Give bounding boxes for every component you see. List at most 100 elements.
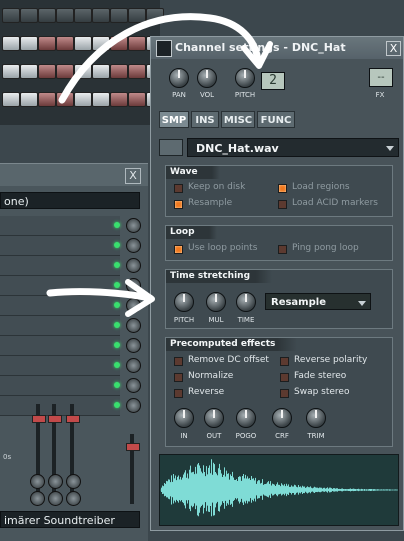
mixer-insert-row[interactable]: [0, 316, 120, 336]
fx-channel-display[interactable]: 2: [261, 72, 285, 90]
step-button[interactable]: [56, 92, 74, 107]
volume-knob[interactable]: [197, 68, 217, 88]
insert-mix-knob[interactable]: [126, 338, 141, 353]
crf-knob[interactable]: [272, 408, 292, 428]
trim-knob[interactable]: [306, 408, 326, 428]
step-button[interactable]: [74, 8, 92, 23]
reverse-polarity-checkbox[interactable]: [280, 357, 289, 366]
step-button[interactable]: [56, 8, 74, 23]
step-button[interactable]: [74, 36, 92, 51]
tab-func[interactable]: FUNC: [257, 111, 295, 128]
insert-led-icon[interactable]: [114, 362, 120, 368]
in-knob[interactable]: [174, 408, 194, 428]
insert-led-icon[interactable]: [114, 242, 120, 248]
reverse-checkbox[interactable]: [174, 389, 183, 398]
mixer-close-button[interactable]: X: [125, 168, 141, 184]
step-button[interactable]: [128, 36, 146, 51]
send-knob[interactable]: [48, 491, 63, 506]
insert-mix-knob[interactable]: [126, 398, 141, 413]
send-knob[interactable]: [66, 474, 81, 489]
fx-slot-display[interactable]: --: [369, 68, 393, 87]
step-button[interactable]: [20, 64, 38, 79]
step-button[interactable]: [2, 92, 20, 107]
mixer-insert-row[interactable]: [0, 276, 120, 296]
step-button[interactable]: [38, 36, 56, 51]
waveform-display[interactable]: [159, 454, 399, 526]
insert-led-icon[interactable]: [114, 262, 120, 268]
insert-led-icon[interactable]: [114, 282, 120, 288]
insert-led-icon[interactable]: [114, 322, 120, 328]
step-button[interactable]: [128, 8, 146, 23]
use-loop-points-checkbox[interactable]: [174, 245, 183, 254]
send-knob[interactable]: [30, 474, 45, 489]
step-button[interactable]: [38, 64, 56, 79]
step-button[interactable]: [128, 92, 146, 107]
normalize-checkbox[interactable]: [174, 373, 183, 382]
step-button[interactable]: [74, 64, 92, 79]
step-button[interactable]: [56, 64, 74, 79]
mixer-insert-row[interactable]: [0, 336, 120, 356]
insert-mix-knob[interactable]: [126, 278, 141, 293]
mixer-insert-row[interactable]: [0, 396, 120, 416]
step-button[interactable]: [92, 8, 110, 23]
tab-smp[interactable]: SMP: [159, 111, 189, 128]
load-acid-markers-checkbox[interactable]: [278, 200, 287, 209]
resample-checkbox[interactable]: [174, 200, 183, 209]
insert-led-icon[interactable]: [114, 222, 120, 228]
mixer-fader-handle[interactable]: [48, 415, 62, 423]
step-button[interactable]: [128, 64, 146, 79]
insert-mix-knob[interactable]: [126, 318, 141, 333]
step-button[interactable]: [92, 36, 110, 51]
insert-led-icon[interactable]: [114, 402, 120, 408]
mixer-insert-row[interactable]: [0, 356, 120, 376]
step-button[interactable]: [56, 36, 74, 51]
step-button[interactable]: [92, 92, 110, 107]
insert-mix-knob[interactable]: [126, 298, 141, 313]
insert-mix-knob[interactable]: [126, 378, 141, 393]
step-button[interactable]: [38, 92, 56, 107]
insert-led-icon[interactable]: [114, 342, 120, 348]
sample-file-field[interactable]: DNC_Hat.wav: [187, 138, 399, 157]
pogo-knob[interactable]: [236, 408, 256, 428]
insert-mix-knob[interactable]: [126, 258, 141, 273]
ping-pong-loop-checkbox[interactable]: [278, 245, 287, 254]
step-button[interactable]: [110, 8, 128, 23]
step-button[interactable]: [2, 8, 20, 23]
tab-misc[interactable]: MISC: [221, 111, 255, 128]
insert-mix-knob[interactable]: [126, 358, 141, 373]
stretch-time-knob[interactable]: [236, 292, 256, 312]
load-regions-checkbox[interactable]: [278, 184, 287, 193]
pitch-knob[interactable]: [235, 68, 255, 88]
chevron-down-icon[interactable]: [386, 146, 394, 151]
tab-ins[interactable]: INS: [191, 111, 219, 128]
audio-driver-select[interactable]: imärer Soundtreiber: [0, 511, 140, 528]
step-button[interactable]: [20, 8, 38, 23]
folder-icon[interactable]: [159, 139, 183, 156]
mixer-fader-handle[interactable]: [32, 415, 46, 423]
pan-knob[interactable]: [169, 68, 189, 88]
insert-mix-knob[interactable]: [126, 238, 141, 253]
step-button[interactable]: [2, 36, 20, 51]
mixer-insert-row[interactable]: [0, 236, 120, 256]
step-button[interactable]: [38, 8, 56, 23]
out-knob[interactable]: [204, 408, 224, 428]
channel-settings-close-button[interactable]: X: [386, 41, 401, 56]
chevron-down-icon[interactable]: [358, 301, 366, 306]
insert-led-icon[interactable]: [114, 302, 120, 308]
insert-led-icon[interactable]: [114, 382, 120, 388]
insert-mix-knob[interactable]: [126, 218, 141, 233]
stretch-mul-knob[interactable]: [206, 292, 226, 312]
step-button[interactable]: [20, 36, 38, 51]
mixer-insert-row[interactable]: [0, 256, 120, 276]
mixer-fader-handle[interactable]: [66, 415, 80, 423]
step-button[interactable]: [110, 36, 128, 51]
mixer-input-select[interactable]: one): [0, 192, 140, 209]
stretch-pitch-knob[interactable]: [174, 292, 194, 312]
send-knob[interactable]: [48, 474, 63, 489]
send-knob[interactable]: [66, 491, 81, 506]
step-button[interactable]: [110, 92, 128, 107]
mixer-insert-row[interactable]: [0, 376, 120, 396]
step-button[interactable]: [92, 64, 110, 79]
mixer-insert-row[interactable]: [0, 216, 120, 236]
master-fader-handle[interactable]: [126, 443, 140, 451]
